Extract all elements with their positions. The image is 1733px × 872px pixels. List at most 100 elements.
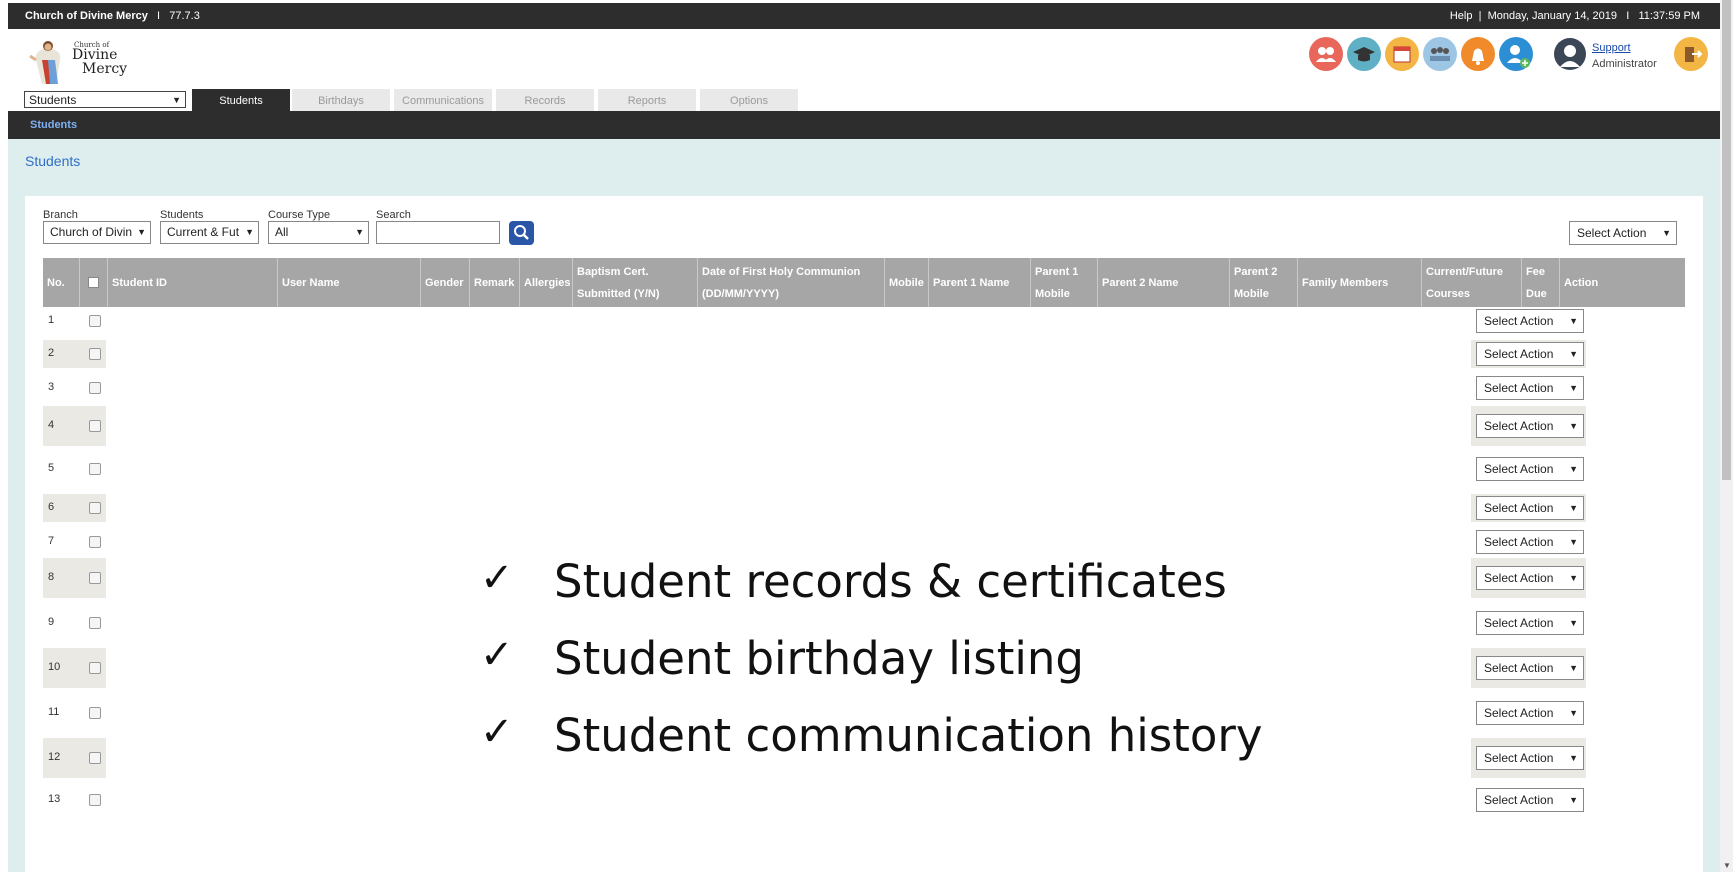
row-checkbox[interactable] [89, 662, 101, 674]
row-number: 12 [48, 751, 61, 763]
parents-icon[interactable] [1309, 37, 1343, 71]
col-family-members: Family Members [1298, 258, 1422, 307]
chevron-down-icon: ▼ [1569, 316, 1578, 326]
row-checkbox[interactable] [89, 315, 101, 327]
chevron-down-icon: ▼ [1569, 663, 1578, 673]
select-all-checkbox[interactable] [88, 277, 99, 288]
row-action-select[interactable]: Select Action ▼ [1476, 309, 1584, 333]
scrollbar-thumb[interactable] [1722, 0, 1731, 480]
col-action: Action [1564, 276, 1599, 289]
search-button[interactable] [509, 221, 534, 245]
table-row: 3 Select Action ▼ [43, 374, 1708, 402]
col-fee-due: Fee Due [1522, 258, 1560, 307]
chevron-down-icon: ▼ [1569, 795, 1578, 805]
row-action-select[interactable]: Select Action ▼ [1476, 530, 1584, 554]
row-checkbox[interactable] [89, 794, 101, 806]
org-name: Church of Divine Mercy [25, 10, 148, 22]
search-input[interactable] [376, 221, 500, 244]
row-action-select[interactable]: Select Action ▼ [1476, 746, 1584, 770]
students-filter-select[interactable]: Current & Fut ▼ [160, 221, 259, 244]
tab-reports[interactable]: Reports [598, 89, 696, 111]
row-action-label: Select Action [1484, 501, 1554, 515]
add-user-icon[interactable] [1499, 37, 1533, 71]
time-text: 11:37:59 PM [1638, 10, 1700, 22]
row-action-label: Select Action [1484, 347, 1554, 361]
module-select[interactable]: Students ▼ [24, 91, 186, 108]
logo-line-2: Divine [72, 47, 118, 63]
chevron-down-icon: ▼ [353, 222, 364, 243]
divine-mercy-figure-icon [29, 41, 61, 84]
row-checkbox[interactable] [89, 348, 101, 360]
col-user-name: User Name [278, 258, 421, 307]
row-action-label: Select Action [1484, 314, 1554, 328]
page-scrollbar[interactable]: ▼ [1720, 0, 1733, 872]
col-allergies: Allergies [520, 258, 573, 307]
row-action-select[interactable]: Select Action ▼ [1476, 566, 1584, 590]
table-row: 1 Select Action ▼ [43, 307, 1708, 335]
row-action-select[interactable]: Select Action ▼ [1476, 701, 1584, 725]
row-number: 1 [48, 314, 55, 326]
row-action-select[interactable]: Select Action ▼ [1476, 414, 1584, 438]
row-checkbox[interactable] [89, 617, 101, 629]
row-checkbox[interactable] [89, 420, 101, 432]
row-checkbox[interactable] [89, 463, 101, 475]
row-checkbox[interactable] [89, 572, 101, 584]
user-role: Administrator [1592, 58, 1657, 70]
logout-icon[interactable] [1674, 37, 1708, 71]
calendar-icon[interactable] [1385, 37, 1419, 71]
scroll-down-icon[interactable]: ▼ [1723, 861, 1731, 870]
row-checkbox[interactable] [89, 502, 101, 514]
row-action-select[interactable]: Select Action ▼ [1476, 457, 1584, 481]
tab-birthdays[interactable]: Birthdays [292, 89, 390, 111]
col-gender: Gender [421, 258, 470, 307]
row-action-select[interactable]: Select Action ▼ [1476, 342, 1584, 366]
subnav-item-students[interactable]: Students [30, 119, 77, 131]
chevron-down-icon: ▼ [1569, 708, 1578, 718]
search-label: Search [376, 209, 411, 221]
sub-navigation: Students [8, 111, 1720, 139]
table-row: 13 Select Action ▼ [43, 786, 1708, 814]
bulk-action-select[interactable]: Select Action ▼ [1569, 221, 1677, 245]
header: Church of Divine Mercy Students ▼ Studen… [8, 29, 1720, 111]
row-action-select[interactable]: Select Action ▼ [1476, 611, 1584, 635]
graduation-icon[interactable] [1347, 37, 1381, 71]
top-bar: Church of Divine Mercy I 77.7.3 Help | M… [8, 3, 1720, 29]
branch-select[interactable]: Church of Divin ▼ [43, 221, 151, 244]
students-filter-value: Current & Fut [167, 225, 240, 239]
chevron-down-icon: ▼ [1569, 573, 1578, 583]
row-checkbox[interactable] [89, 536, 101, 548]
tab-students[interactable]: Students [192, 89, 290, 111]
table-row: 5 Select Action ▼ [43, 455, 1708, 483]
row-number: 2 [48, 347, 55, 359]
row-checkbox[interactable] [89, 752, 101, 764]
table-header: No. Student ID User Name Gender Remark A… [43, 258, 1685, 307]
branch-select-value: Church of Divin [50, 225, 133, 239]
avatar[interactable] [1553, 37, 1587, 71]
help-link[interactable]: Help [1450, 10, 1473, 22]
col-select-all[interactable] [80, 258, 108, 307]
church-logo[interactable]: Church of Divine Mercy [28, 38, 138, 86]
course-type-select[interactable]: All ▼ [268, 221, 369, 244]
bulk-action-label: Select Action [1577, 226, 1647, 240]
tab-options[interactable]: Options [700, 89, 798, 111]
row-checkbox[interactable] [89, 382, 101, 394]
row-action-select[interactable]: Select Action ▼ [1476, 656, 1584, 680]
chevron-down-icon: ▼ [243, 222, 254, 243]
classroom-icon[interactable] [1423, 37, 1457, 71]
support-link[interactable]: Support [1592, 42, 1631, 54]
row-action-select[interactable]: Select Action ▼ [1476, 788, 1584, 812]
col-parent2-name: Parent 2 Name [1098, 258, 1230, 307]
row-action-select[interactable]: Select Action ▼ [1476, 376, 1584, 400]
bell-icon[interactable] [1461, 37, 1495, 71]
row-action-select[interactable]: Select Action ▼ [1476, 496, 1584, 520]
row-action-label: Select Action [1484, 661, 1554, 675]
tab-records[interactable]: Records [496, 89, 594, 111]
feature-text: Student birthday listing [554, 632, 1084, 685]
row-action-label: Select Action [1484, 462, 1554, 476]
module-select-value: Students [29, 93, 77, 107]
tab-communications[interactable]: Communications [394, 89, 492, 111]
page-title: Students [25, 153, 81, 169]
col-mobile: Mobile [885, 258, 929, 307]
check-icon: ✓ [480, 632, 514, 678]
row-checkbox[interactable] [89, 707, 101, 719]
